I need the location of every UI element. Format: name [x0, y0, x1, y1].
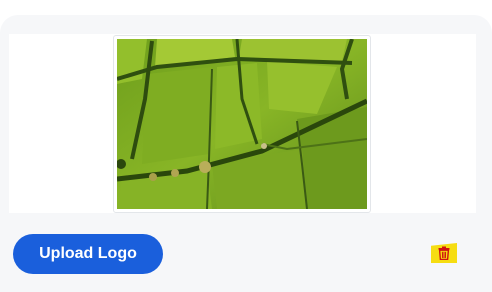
logo-preview-image	[113, 35, 371, 213]
delete-logo-button[interactable]	[431, 243, 457, 263]
trash-icon	[438, 246, 450, 260]
landscape-photo	[117, 39, 367, 209]
upload-logo-button[interactable]: Upload Logo	[13, 234, 163, 274]
